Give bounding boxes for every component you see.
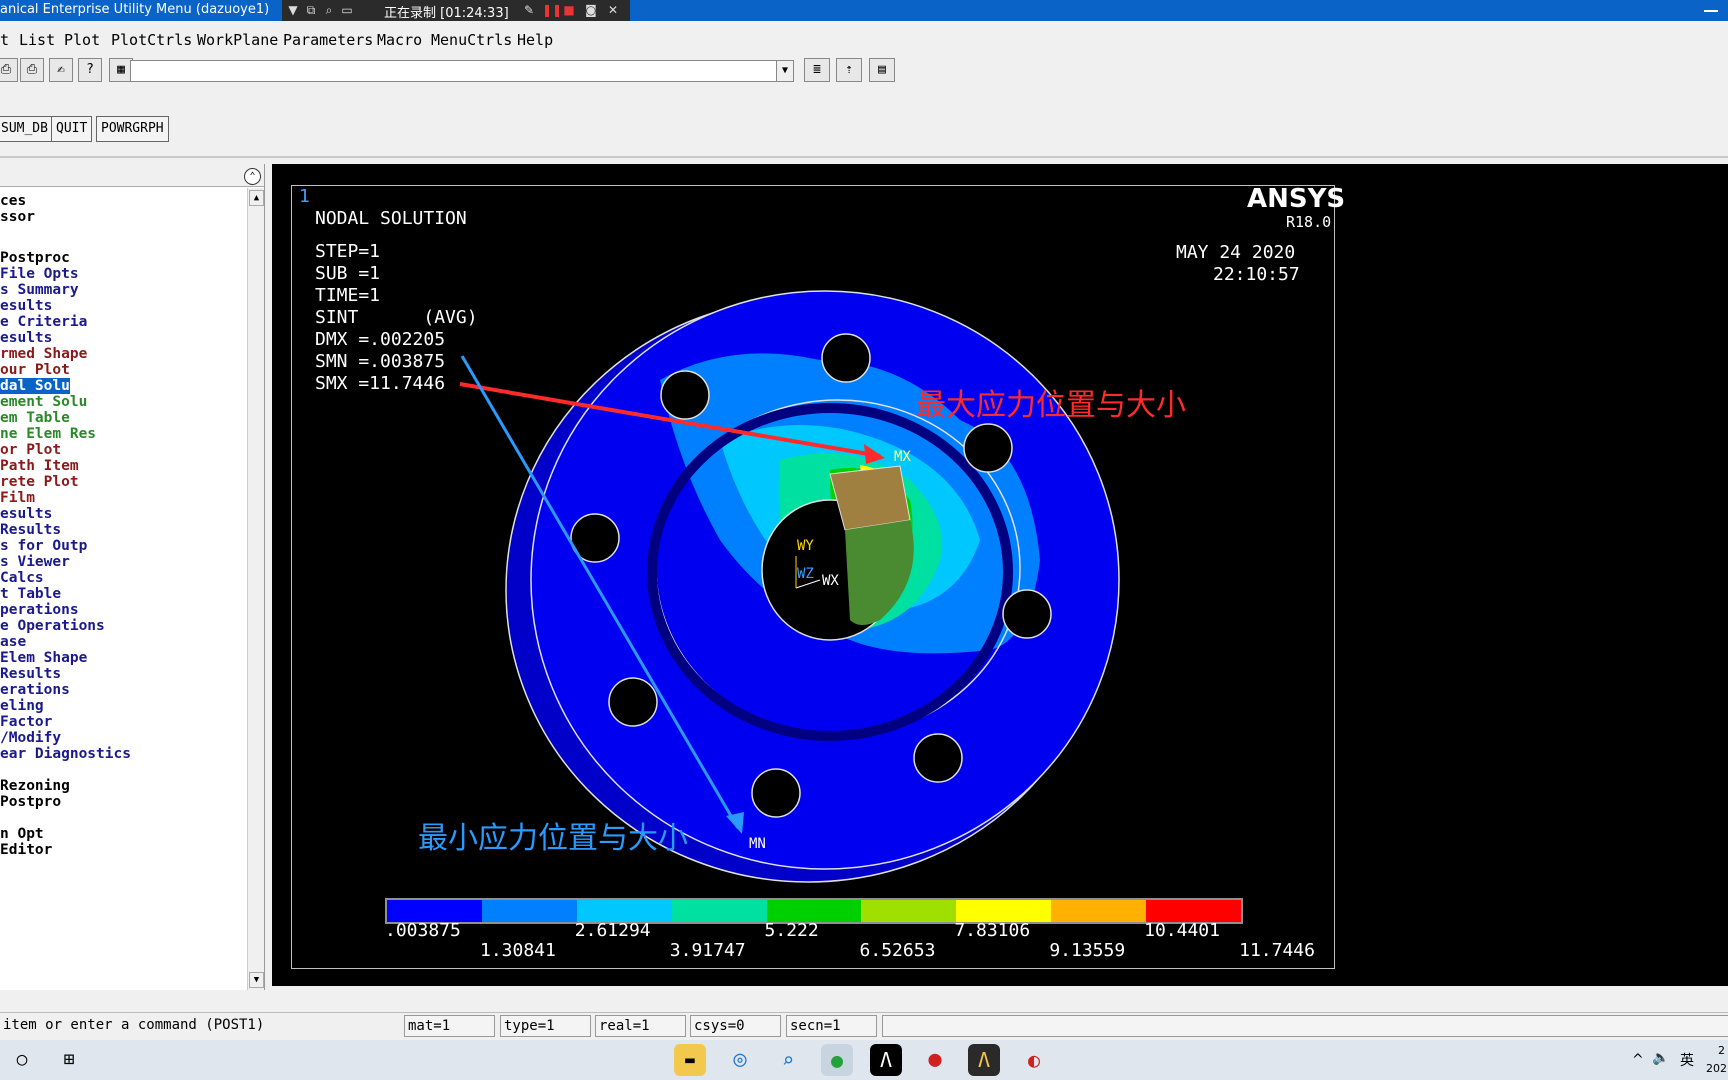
max-stress-annotation: 最大应力位置与大小 [916,388,1186,423]
legend-label-bottom: 1.30841 [480,940,556,961]
legend-swatch [1146,900,1242,922]
result-info-line: SINT (AVG) [315,307,478,328]
status-prompt: item or enter a command (POST1) [3,1017,265,1033]
legend-swatch [766,900,862,922]
status-mat: mat=1 [404,1015,495,1037]
legend-swatch [861,900,957,922]
max-node-label: MX [894,449,911,465]
record-icon[interactable]: ● [919,1044,951,1076]
tray-expand-icon[interactable]: ^ [1632,1052,1644,1068]
result-info-line: DMX =.002205 [315,329,446,350]
legend-swatch [956,900,1052,922]
legend-swatch [387,900,482,922]
result-info-line: STEP=1 [315,241,381,262]
clock-time[interactable]: 2 [1718,1044,1725,1057]
version-label: R18.0 [1286,213,1332,231]
result-info-line: SMN =.003875 [315,351,446,372]
taskbar [0,1040,1728,1080]
clock-date[interactable]: 202 [1706,1062,1727,1075]
status-real: real=1 [595,1015,686,1037]
legend-label-bottom: 6.52653 [859,940,936,961]
legend-label-bottom: 9.13559 [1049,940,1126,961]
ime-indicator[interactable]: 英 [1680,1050,1694,1070]
keyway [829,465,911,531]
legend-label-top: 10.4401 [1144,920,1220,941]
ansys-app-icon[interactable]: Λ [870,1044,902,1076]
legend-label-top: .003875 [385,920,461,941]
task-view-icon[interactable]: ⊞ [53,1044,85,1076]
min-node-label: MN [749,836,766,852]
status-secn: secn=1 [786,1015,877,1037]
plot-title: NODAL SOLUTION [315,208,467,229]
legend-swatch [1051,900,1147,922]
ansys-logo: ANSYS [1247,184,1346,214]
status-csys: csys=0 [690,1015,781,1037]
result-info-line: TIME=1 [315,285,381,306]
result-info-line: SMX =11.7446 [315,373,446,394]
wechat-icon[interactable]: ● [821,1044,853,1076]
legend-label-top: 2.61294 [574,920,651,941]
search-app-icon[interactable]: ⌕ [772,1044,804,1076]
date-label: MAY 24 2020 [1176,242,1296,263]
legend-label-top: 5.222 [764,920,819,941]
video-editor-icon[interactable]: ◐ [1018,1044,1050,1076]
legend-label-bottom: 3.91747 [669,940,746,961]
min-stress-annotation: 最小应力位置与大小 [418,821,688,856]
legend-swatch [481,900,577,922]
legend-label-top: 7.83106 [954,920,1031,941]
ansys-workbench-icon[interactable]: Λ [968,1044,1000,1076]
wp-z-label: WZ [797,566,814,582]
window-number: 1 [299,186,310,207]
status-type: type=1 [500,1015,591,1037]
file-explorer-icon[interactable]: ▬ [674,1044,706,1076]
time-label: 22:10:57 [1213,264,1300,285]
legend-label-bottom: 11.7446 [1239,940,1315,961]
result-info-line: SUB =1 [315,263,381,284]
wp-y-label: WY [797,538,814,554]
edge-icon[interactable]: ◎ [724,1044,756,1076]
search-icon[interactable]: ○ [6,1044,38,1076]
status-blank [882,1015,1728,1037]
volume-icon[interactable]: 🔈 [1652,1050,1669,1066]
wp-x-label: WX [822,573,839,589]
legend-swatch [576,900,672,922]
legend-swatch [671,900,767,922]
